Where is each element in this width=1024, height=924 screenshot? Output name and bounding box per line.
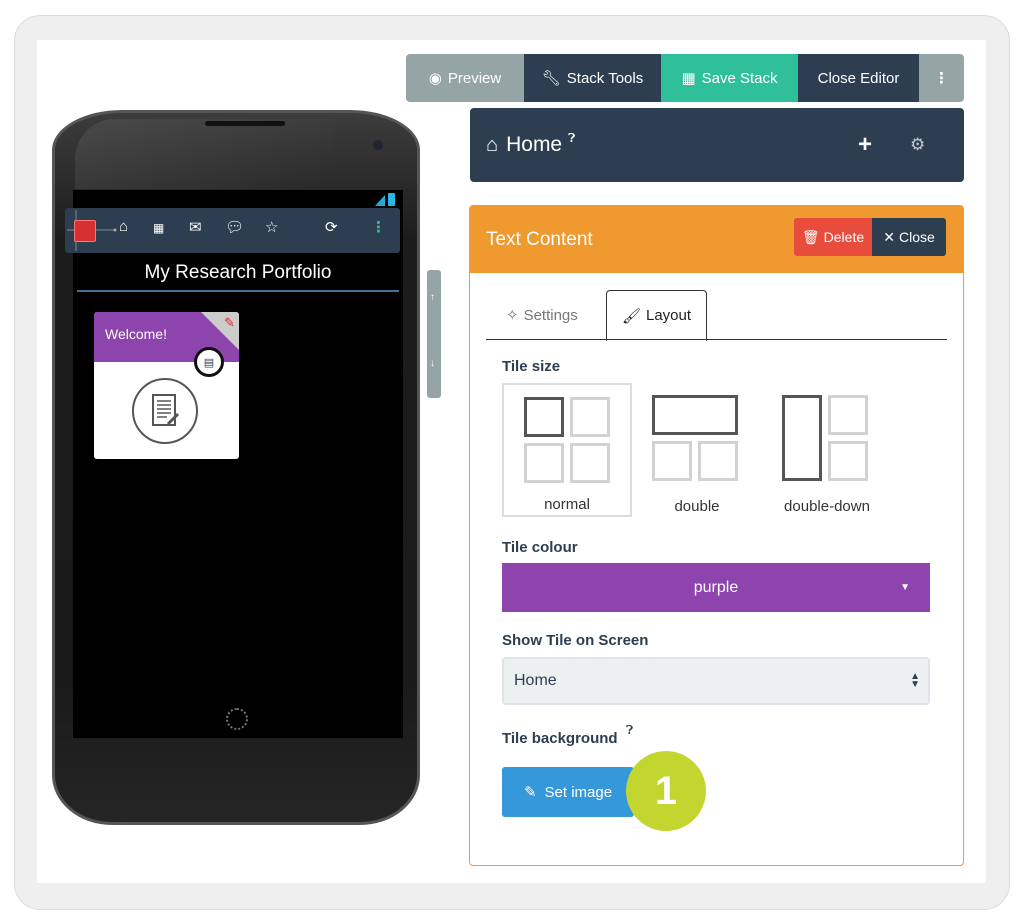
qrcode-icon[interactable]: ▦ xyxy=(153,221,164,235)
caret-down-icon: ▼ xyxy=(900,582,910,593)
tile-size-normal[interactable]: normal xyxy=(502,383,632,517)
tile-cell xyxy=(524,397,564,437)
panel-title: Text Content xyxy=(486,228,593,250)
document-glyph xyxy=(152,394,180,426)
tile-cell xyxy=(828,395,868,435)
add-tile-button[interactable]: + xyxy=(858,131,872,159)
phone-speaker xyxy=(205,121,285,126)
paintbrush-icon: 🖌︎ xyxy=(621,307,641,325)
save-stack-button[interactable]: ▦ Save Stack xyxy=(661,54,798,102)
gear-icon[interactable]: ⚙ xyxy=(910,135,925,155)
phone-screen: ⌂ ▦ ✉ 💬︎ ☆ ⟳ ⋮ My Research Portfolio Wel… xyxy=(65,190,403,738)
stack-tools-label: Stack Tools xyxy=(566,69,644,87)
close-icon: ✕ xyxy=(883,228,895,245)
save-stack-label: Save Stack xyxy=(701,69,778,87)
title-underline xyxy=(77,290,399,292)
signal-icon xyxy=(375,195,385,206)
refresh-icon[interactable]: ⟳ xyxy=(325,218,338,236)
app-toolbar: ⌂ ▦ ✉ 💬︎ ☆ ⟳ ⋮ xyxy=(65,208,400,253)
set-image-button[interactable]: ✎ Set image xyxy=(502,767,634,817)
tile-cell xyxy=(652,441,692,481)
tab-settings[interactable]: ✧ Settings xyxy=(506,290,578,340)
panel-header: Text Content 🗑︎ Delete ✕ Close xyxy=(470,206,963,273)
tile-cell xyxy=(524,443,564,483)
tile-cell xyxy=(652,395,738,435)
welcome-tile[interactable]: Welcome! ✎ ▤ xyxy=(94,312,239,459)
phone-gloss xyxy=(75,119,335,189)
delete-button[interactable]: 🗑︎ Delete xyxy=(794,218,872,256)
document-icon: ▤ xyxy=(194,347,224,377)
show-on-screen-label: Show Tile on Screen xyxy=(502,632,649,649)
trash-icon: 🗑︎ xyxy=(801,228,820,245)
loading-spinner xyxy=(226,708,248,730)
edit-icon[interactable]: ✎ xyxy=(224,315,235,331)
grid-icon: ▦ xyxy=(681,70,696,87)
tile-size-double-label: double xyxy=(674,498,720,515)
tile-cell xyxy=(570,443,610,483)
preview-button[interactable]: ◉ Preview xyxy=(406,54,524,102)
home-icon[interactable]: ⌂ xyxy=(119,218,128,235)
tile-colour-select[interactable]: purple ▼ xyxy=(502,563,930,612)
help-icon[interactable]: ❓︎ xyxy=(568,131,575,146)
tile-title: Welcome! xyxy=(105,326,167,342)
battery-icon xyxy=(388,193,395,206)
tab-settings-label: Settings xyxy=(523,306,578,324)
magic-wand-icon: ✧ xyxy=(506,307,519,324)
set-image-label: Set image xyxy=(544,783,613,801)
show-on-screen-select[interactable]: Home ▲ ▼ xyxy=(502,657,930,705)
close-button[interactable]: ✕ Close xyxy=(872,218,946,256)
more-menu-button[interactable]: ⋮ xyxy=(919,54,964,102)
envelope-icon[interactable]: ✉ xyxy=(189,218,202,236)
tile-background-label: Tile background xyxy=(502,730,618,747)
text-content-panel: Text Content 🗑︎ Delete ✕ Close ✧ Setting… xyxy=(469,205,964,866)
tile-cell xyxy=(782,395,822,481)
show-on-screen-value: Home xyxy=(514,672,557,689)
panel-tabs: ✧ Settings 🖌︎ Layout xyxy=(486,290,947,341)
step-callout: 1 xyxy=(626,751,706,831)
tile-colour-value: purple xyxy=(693,578,739,596)
preview-scroll-handle[interactable]: ↑ ↓ xyxy=(427,270,441,398)
comments-icon[interactable]: 💬︎ xyxy=(225,218,244,236)
tile-size-double-down-label: double-down xyxy=(784,498,870,515)
arrow-up-icon: ↑ xyxy=(430,292,435,303)
close-editor-button[interactable]: Close Editor xyxy=(798,54,919,102)
editor-toolbar: ◉ Preview 🔧︎ Stack Tools ▦ Save Stack Cl… xyxy=(406,54,964,102)
wrench-icon: 🔧︎ xyxy=(541,70,561,87)
help-icon[interactable]: ❓︎ xyxy=(626,723,633,738)
preview-label: Preview xyxy=(447,69,502,87)
tab-layout-label: Layout xyxy=(646,307,692,324)
status-bar xyxy=(375,193,395,206)
stack-tools-button[interactable]: 🔧︎ Stack Tools xyxy=(524,54,661,102)
tab-layout[interactable]: 🖌︎ Layout xyxy=(606,290,707,341)
arrow-down-icon: ↓ xyxy=(430,358,435,369)
tile-size-double-down[interactable]: double-down xyxy=(762,383,892,517)
phone-camera xyxy=(373,140,383,150)
edit-icon: ✎ xyxy=(523,784,537,801)
document-edit-icon xyxy=(132,378,198,444)
vertical-ellipsis-icon: ⋮ xyxy=(934,70,949,87)
tile-cell xyxy=(570,397,610,437)
tile-size-double[interactable]: double xyxy=(632,383,762,517)
star-icon[interactable]: ☆ xyxy=(265,218,278,236)
app-logo xyxy=(74,220,96,242)
delete-label: Delete xyxy=(823,229,865,245)
tile-size-normal-label: normal xyxy=(544,496,590,513)
eye-icon: ◉ xyxy=(428,70,442,87)
close-editor-label: Close Editor xyxy=(817,69,900,87)
tile-size-label: Tile size xyxy=(502,358,561,375)
tile-cell xyxy=(698,441,738,481)
select-arrows-icon: ▲ ▼ xyxy=(910,671,920,690)
close-label: Close xyxy=(898,229,935,245)
tile-colour-label: Tile colour xyxy=(502,539,578,556)
screen-title: Home xyxy=(506,133,563,156)
panel-actions: 🗑︎ Delete ✕ Close xyxy=(794,218,946,256)
app-title: My Research Portfolio xyxy=(144,262,332,283)
phone-preview: ⌂ ▦ ✉ 💬︎ ☆ ⟳ ⋮ My Research Portfolio Wel… xyxy=(52,110,420,825)
more-icon[interactable]: ⋮ xyxy=(371,218,386,236)
screen-header: ⌂ Home ❓︎ + ⚙ xyxy=(470,108,964,182)
tile-cell xyxy=(828,441,868,481)
home-icon: ⌂ xyxy=(486,133,499,156)
